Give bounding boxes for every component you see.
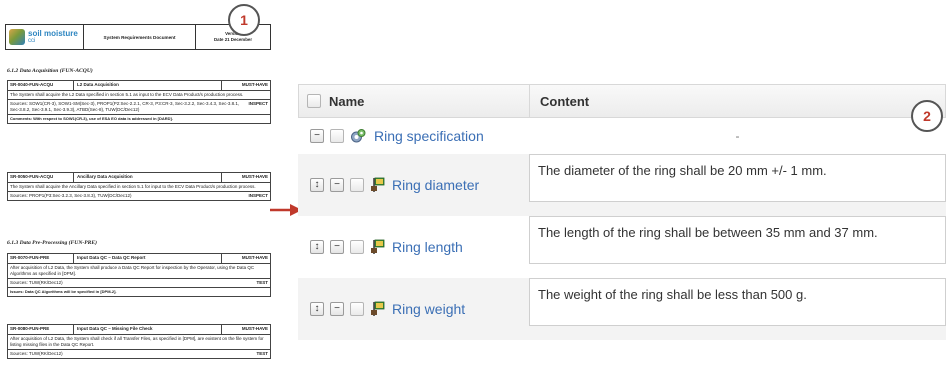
requirement-verification: INSPECT [248,101,268,107]
column-header-name[interactable]: Name [299,85,530,117]
requirement-text: The System shall acquire the Ancillary D… [8,183,270,193]
collapse-toggle[interactable]: − [330,178,344,192]
drag-handle-icon[interactable]: ↕ [310,240,324,254]
requirement-text: After acquisition of L2 Data, the System… [8,335,270,351]
row-name[interactable]: Ring diameter [392,177,479,193]
requirements-document-preview: soil moisture cci System Requirements Do… [5,4,273,370]
row-name[interactable]: Ring weight [392,301,465,317]
requirement-text: The System shall acquire the L2 Data spe… [8,91,270,101]
requirement-verification: INSPECT [248,193,268,199]
requirement-verification: TEST [256,351,268,357]
column-header-content[interactable]: Content [530,85,945,117]
row-checkbox[interactable] [350,240,364,254]
table-row[interactable]: ↕ − Ring length The length of the ring s… [298,216,946,278]
column-header-content-label: Content [540,93,590,109]
requirement-priority: MUST-HAVE [241,255,268,261]
requirement-note: Comments: With respect to SOW1(CR-3), us… [10,116,173,122]
requirement-priority: MUST-HAVE [241,82,268,88]
date-label: Date 21 December [213,37,253,42]
collapse-toggle[interactable]: − [330,302,344,316]
table-row[interactable]: ↕ − Ring weight The weight of the ring s… [298,278,946,340]
collapse-toggle[interactable]: − [330,240,344,254]
requirement-sources: Sources: TUW(RK/Dec12) [10,280,63,286]
drag-handle-icon[interactable]: ↕ [310,178,324,192]
requirement-priority: MUST-HAVE [241,174,268,180]
requirements-grid: Name Content − Ring specification - ↕ − [298,84,946,372]
requirement-sources: Sources: TUW(RK/Dec12) [10,351,63,357]
row-content-box[interactable]: The weight of the ring shall be less tha… [529,278,946,326]
soil-moisture-logo: soil moisture cci [6,25,84,49]
row-name[interactable]: Ring specification [374,128,484,144]
select-all-checkbox[interactable] [307,94,321,108]
logo-sub-text: cci [28,38,36,44]
requirement-block: SR-0080-FUN-PRE Input Data QC – Missing … [7,324,271,360]
requirement-title: Input Data QC – Data QC Report [74,254,222,263]
row-checkbox[interactable] [350,302,364,316]
row-content-box[interactable]: The length of the ring shall be between … [529,216,946,264]
callout-badge-1: 1 [228,4,260,36]
requirement-note: Issues: Data QC Algorithms will be speci… [10,289,117,295]
section-heading-preprocessing: 6.1.3 Data Pre-Processing (FUN-PRE) [7,240,97,246]
row-content: - [735,129,740,143]
document-title: System Requirements Document [84,25,196,49]
requirement-sources: Sources: SOW1(CR-3), SOW1-SM(Sec-3), PRO… [10,101,240,113]
column-header-name-label: Name [329,93,365,109]
globe-logo-icon [9,29,25,45]
requirement-text: After acquisition of L2 Data, the System… [8,264,270,280]
requirement-id: SR-0080-FUN-PRE [8,325,74,334]
requirement-pin-icon [371,177,385,192]
requirement-pin-icon [371,239,385,254]
requirement-block: SR-0050-FUN-ACQU Ancillary Data Acquisit… [7,172,271,202]
logo-main-text: soil moisture [28,29,78,38]
section-heading-acquisition: 6.1.2 Data Acquisition (FUN-ACQU) [7,68,93,74]
collapse-toggle[interactable]: − [310,129,324,143]
row-checkbox[interactable] [350,178,364,192]
callout-badge-2: 2 [911,100,943,132]
row-checkbox[interactable] [330,129,344,143]
drag-handle-icon[interactable]: ↕ [310,302,324,316]
requirement-priority: MUST-HAVE [241,326,268,332]
requirement-block: SR-0070-FUN-PRE Input Data QC – Data QC … [7,253,271,297]
requirement-sources: Sources: PROP1(P3:Sec-3.2.3, Sec-3.8.3),… [10,193,132,199]
requirement-title: Ancillary Data Acquisition [74,173,222,182]
row-name[interactable]: Ring length [392,239,463,255]
row-content-box[interactable]: The diameter of the ring shall be 20 mm … [529,154,946,202]
table-row[interactable]: ↕ − Ring diameter The diameter of the ri… [298,154,946,216]
requirement-id: SR-0040-FUN-ACQU [8,81,74,90]
requirement-title: L2 Data Acquisition [74,81,222,90]
grid-header: Name Content [298,84,946,118]
requirement-title: Input Data QC – Missing File Check [74,325,222,334]
table-row[interactable]: − Ring specification - [298,122,946,150]
requirement-verification: TEST [256,280,268,286]
requirement-id: SR-0070-FUN-PRE [8,254,74,263]
requirement-pin-icon [371,301,385,316]
gear-spec-icon [351,129,366,143]
requirement-id: SR-0050-FUN-ACQU [8,173,74,182]
requirement-block: SR-0040-FUN-ACQU L2 Data Acquisition MUS… [7,80,271,124]
